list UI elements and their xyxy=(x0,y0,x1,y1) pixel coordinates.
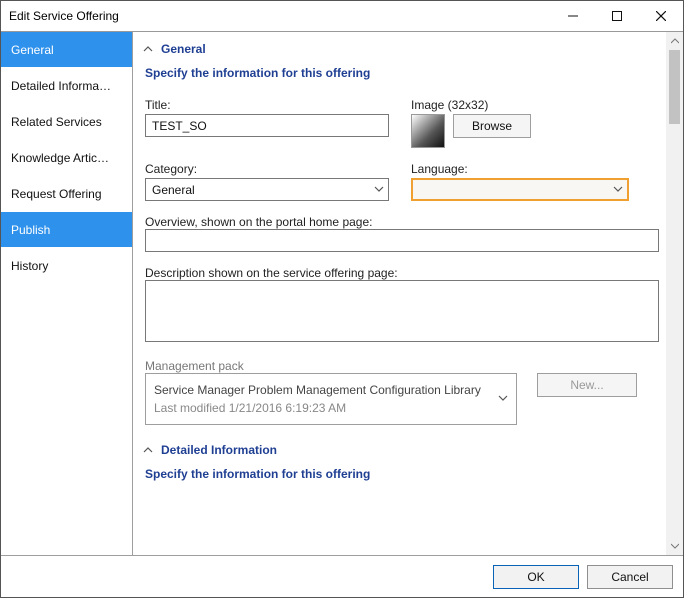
new-button[interactable]: New... xyxy=(537,373,637,397)
close-button[interactable] xyxy=(639,1,683,31)
category-dropdown[interactable]: General xyxy=(145,178,389,201)
sidebar-item-label: Detailed Informa… xyxy=(11,79,111,93)
section-title: General xyxy=(161,42,206,56)
section-subtitle: Specify the information for this offerin… xyxy=(139,461,665,487)
overview-label: Overview, shown on the portal home page: xyxy=(145,215,372,229)
sidebar-item-label: Request Offering xyxy=(11,187,102,201)
browse-button[interactable]: Browse xyxy=(453,114,531,138)
sidebar-item-related-services[interactable]: Related Services xyxy=(1,104,132,140)
chevron-up-icon xyxy=(141,445,155,455)
minimize-button[interactable] xyxy=(551,1,595,31)
sidebar-item-general[interactable]: General xyxy=(1,32,132,68)
management-pack-label: Management pack xyxy=(145,359,244,373)
title-field[interactable] xyxy=(145,114,389,137)
sidebar-item-label: Related Services xyxy=(11,115,102,129)
dialog-footer: OK Cancel xyxy=(1,555,683,597)
window-title: Edit Service Offering xyxy=(9,9,551,23)
cancel-button[interactable]: Cancel xyxy=(587,565,673,589)
chevron-up-icon xyxy=(671,37,679,45)
titlebar: Edit Service Offering xyxy=(1,1,683,31)
section-subtitle: Specify the information for this offerin… xyxy=(139,60,665,98)
management-pack-value: Service Manager Problem Management Confi… xyxy=(154,383,481,397)
sidebar-item-detailed-information[interactable]: Detailed Informa… xyxy=(1,68,132,104)
sidebar-item-history[interactable]: History xyxy=(1,248,132,284)
sidebar-item-label: General xyxy=(11,43,54,57)
scroll-up-button[interactable] xyxy=(666,32,683,50)
image-thumbnail xyxy=(411,114,445,148)
management-pack-modified: Last modified 1/21/2016 6:19:23 AM xyxy=(154,401,481,415)
chevron-up-icon xyxy=(141,44,155,54)
chevron-down-icon xyxy=(498,392,508,406)
sidebar-item-label: Publish xyxy=(11,223,50,237)
chevron-down-icon xyxy=(374,183,384,197)
minimize-icon xyxy=(568,11,578,21)
edit-service-offering-dialog: Edit Service Offering General Detailed I… xyxy=(0,0,684,598)
section-header-general[interactable]: General xyxy=(139,38,665,60)
scroll-down-button[interactable] xyxy=(666,537,683,555)
maximize-icon xyxy=(612,11,622,21)
chevron-down-icon xyxy=(613,183,623,197)
maximize-button[interactable] xyxy=(595,1,639,31)
scrollbar-thumb[interactable] xyxy=(669,50,680,124)
section-header-detailed[interactable]: Detailed Information xyxy=(139,439,665,461)
management-pack-dropdown[interactable]: Service Manager Problem Management Confi… xyxy=(145,373,517,425)
content-panel: General Specify the information for this… xyxy=(133,32,665,555)
sidebar-item-publish[interactable]: Publish xyxy=(1,212,132,248)
description-label: Description shown on the service offerin… xyxy=(145,266,398,280)
category-value: General xyxy=(152,183,374,197)
chevron-down-icon xyxy=(671,542,679,550)
overview-field[interactable] xyxy=(145,229,659,252)
language-dropdown[interactable] xyxy=(411,178,629,201)
sidebar: General Detailed Informa… Related Servic… xyxy=(1,32,133,555)
sidebar-item-knowledge-articles[interactable]: Knowledge Artic… xyxy=(1,140,132,176)
language-label: Language: xyxy=(411,162,629,176)
vertical-scrollbar[interactable] xyxy=(665,32,683,555)
category-label: Category: xyxy=(145,162,389,176)
ok-button[interactable]: OK xyxy=(493,565,579,589)
image-label: Image (32x32) xyxy=(411,98,531,112)
sidebar-item-label: Knowledge Artic… xyxy=(11,151,109,165)
description-field[interactable] xyxy=(145,280,659,342)
section-title: Detailed Information xyxy=(161,443,277,457)
title-label: Title: xyxy=(145,98,389,112)
close-icon xyxy=(656,11,666,21)
sidebar-item-request-offering[interactable]: Request Offering xyxy=(1,176,132,212)
sidebar-item-label: History xyxy=(11,259,48,273)
